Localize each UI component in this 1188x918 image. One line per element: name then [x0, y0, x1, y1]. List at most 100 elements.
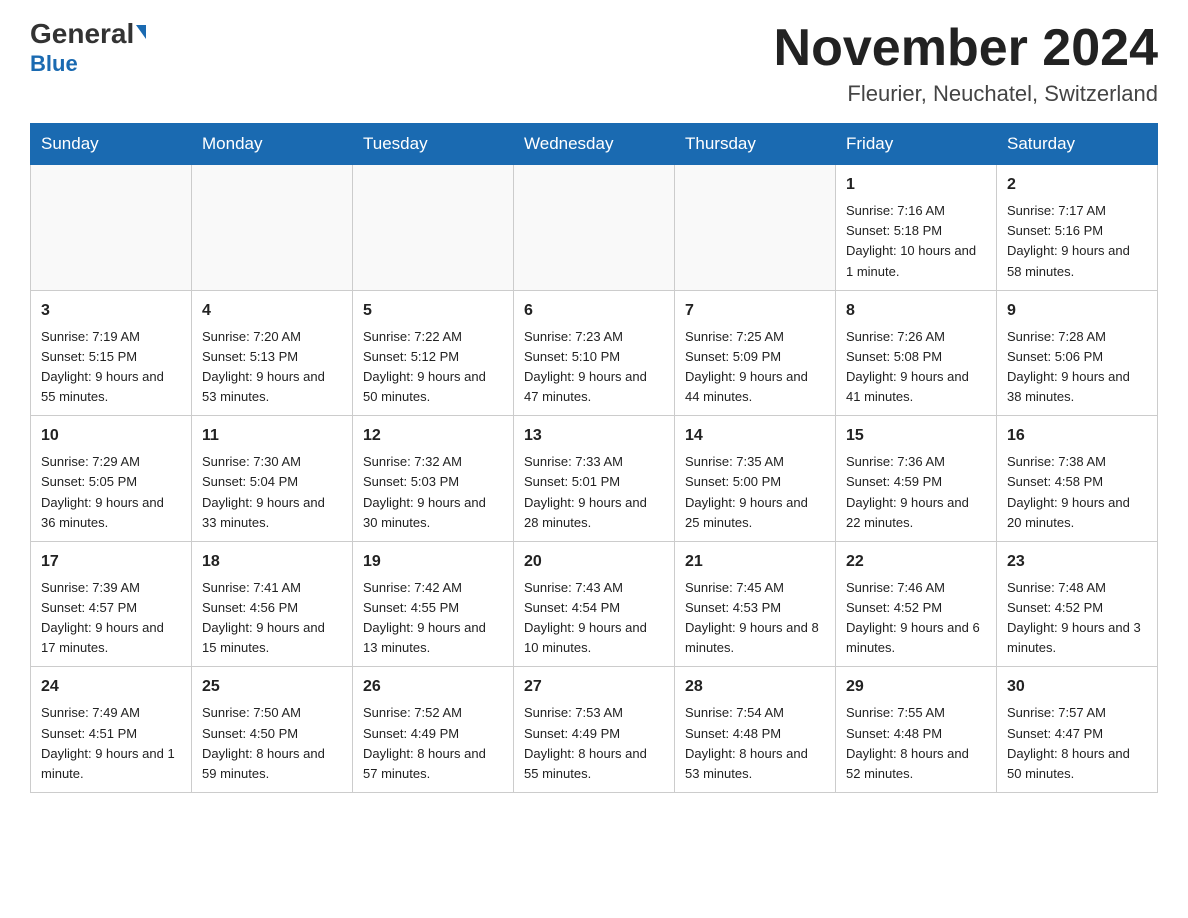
calendar-cell: 3Sunrise: 7:19 AMSunset: 5:15 PMDaylight… [31, 290, 192, 416]
calendar-cell: 19 Sunrise: 7:42 AMSunset: 4:55 PMDayligh… [353, 541, 514, 667]
day-number: 26 [363, 675, 503, 699]
calendar-cell: 12 Sunrise: 7:32 AMSunset: 5:03 PMDayligh… [353, 416, 514, 542]
day-info: Sunrise: 7:33 AMSunset: 5:01 PMDaylight:… [524, 452, 664, 533]
day-info: Sunrise: 7:17 AMSunset: 5:16 PMDaylight:… [1007, 201, 1147, 282]
logo: General Blue [30, 20, 146, 76]
day-info: Sunrise: 7:41 AMSunset: 4:56 PMDaylight:… [202, 578, 342, 659]
calendar-cell: 16Sunrise: 7:38 AMSunset: 4:58 PMDayligh… [997, 416, 1158, 542]
day-number: 4 [202, 299, 342, 323]
weekday-header-saturday: Saturday [997, 124, 1158, 165]
calendar-cell: 15Sunrise: 7:36 AMSunset: 4:59 PMDayligh… [836, 416, 997, 542]
day-number: 21 [685, 550, 825, 574]
calendar-cell: 14Sunrise: 7:35 AMSunset: 5:00 PMDayligh… [675, 416, 836, 542]
calendar-cell [192, 165, 353, 291]
day-info: Sunrise: 7:52 AMSunset: 4:49 PMDaylight:… [363, 703, 503, 784]
calendar-cell: 7Sunrise: 7:25 AMSunset: 5:09 PMDaylight… [675, 290, 836, 416]
calendar-cell: 17 Sunrise: 7:39 AMSunset: 4:57 PMDayligh… [31, 541, 192, 667]
calendar-cell: 26 Sunrise: 7:52 AMSunset: 4:49 PMDayligh… [353, 667, 514, 793]
day-number: 7 [685, 299, 825, 323]
day-number: 13 [524, 424, 664, 448]
day-info: Sunrise: 7:46 AMSunset: 4:52 PMDaylight:… [846, 578, 986, 659]
day-number: 19 [363, 550, 503, 574]
day-number: 22 [846, 550, 986, 574]
day-info: Sunrise: 7:55 AMSunset: 4:48 PMDaylight:… [846, 703, 986, 784]
title-area: November 2024 Fleurier, Neuchatel, Switz… [774, 20, 1158, 107]
month-title: November 2024 [774, 20, 1158, 77]
calendar-cell: 13 Sunrise: 7:33 AMSunset: 5:01 PMDayligh… [514, 416, 675, 542]
day-info: Sunrise: 7:42 AMSunset: 4:55 PMDaylight:… [363, 578, 503, 659]
calendar-cell: 9 Sunrise: 7:28 AMSunset: 5:06 PMDaylight… [997, 290, 1158, 416]
page-header: General Blue November 2024 Fleurier, Neu… [30, 20, 1158, 107]
week-row-1: 1Sunrise: 7:16 AMSunset: 5:18 PMDaylight… [31, 165, 1158, 291]
day-info: Sunrise: 7:39 AMSunset: 4:57 PMDaylight:… [41, 578, 181, 659]
day-number: 17 [41, 550, 181, 574]
day-info: Sunrise: 7:32 AMSunset: 5:03 PMDaylight:… [363, 452, 503, 533]
day-info: Sunrise: 7:22 AMSunset: 5:12 PMDaylight:… [363, 327, 503, 408]
day-info: Sunrise: 7:29 AMSunset: 5:05 PMDaylight:… [41, 452, 181, 533]
logo-text: General Blue [30, 20, 146, 76]
calendar-table: SundayMondayTuesdayWednesdayThursdayFrid… [30, 123, 1158, 793]
day-number: 11 [202, 424, 342, 448]
weekday-header-tuesday: Tuesday [353, 124, 514, 165]
calendar-cell: 23 Sunrise: 7:48 AMSunset: 4:52 PMDayligh… [997, 541, 1158, 667]
day-info: Sunrise: 7:43 AMSunset: 4:54 PMDaylight:… [524, 578, 664, 659]
calendar-cell: 10 Sunrise: 7:29 AMSunset: 5:05 PMDayligh… [31, 416, 192, 542]
calendar-cell: 22 Sunrise: 7:46 AMSunset: 4:52 PMDayligh… [836, 541, 997, 667]
day-info: Sunrise: 7:50 AMSunset: 4:50 PMDaylight:… [202, 703, 342, 784]
day-info: Sunrise: 7:30 AMSunset: 5:04 PMDaylight:… [202, 452, 342, 533]
day-number: 30 [1007, 675, 1147, 699]
day-number: 5 [363, 299, 503, 323]
day-number: 28 [685, 675, 825, 699]
day-number: 24 [41, 675, 181, 699]
day-number: 10 [41, 424, 181, 448]
calendar-cell [353, 165, 514, 291]
week-row-4: 17 Sunrise: 7:39 AMSunset: 4:57 PMDayligh… [31, 541, 1158, 667]
calendar-cell: 25Sunrise: 7:50 AMSunset: 4:50 PMDayligh… [192, 667, 353, 793]
calendar-cell: 24 Sunrise: 7:49 AMSunset: 4:51 PMDayligh… [31, 667, 192, 793]
day-info: Sunrise: 7:54 AMSunset: 4:48 PMDaylight:… [685, 703, 825, 784]
day-number: 2 [1007, 173, 1147, 197]
weekday-header-sunday: Sunday [31, 124, 192, 165]
logo-general: General [30, 18, 134, 49]
calendar-cell: 11 Sunrise: 7:30 AMSunset: 5:04 PMDayligh… [192, 416, 353, 542]
calendar-cell: 2 Sunrise: 7:17 AMSunset: 5:16 PMDaylight… [997, 165, 1158, 291]
day-number: 23 [1007, 550, 1147, 574]
location-text: Fleurier, Neuchatel, Switzerland [774, 81, 1158, 107]
day-number: 20 [524, 550, 664, 574]
day-number: 9 [1007, 299, 1147, 323]
calendar-cell: 6Sunrise: 7:23 AMSunset: 5:10 PMDaylight… [514, 290, 675, 416]
day-number: 8 [846, 299, 986, 323]
calendar-cell [514, 165, 675, 291]
weekday-header-monday: Monday [192, 124, 353, 165]
day-info: Sunrise: 7:26 AMSunset: 5:08 PMDaylight:… [846, 327, 986, 408]
week-row-2: 3Sunrise: 7:19 AMSunset: 5:15 PMDaylight… [31, 290, 1158, 416]
day-number: 29 [846, 675, 986, 699]
day-info: Sunrise: 7:53 AMSunset: 4:49 PMDaylight:… [524, 703, 664, 784]
day-number: 14 [685, 424, 825, 448]
day-info: Sunrise: 7:57 AMSunset: 4:47 PMDaylight:… [1007, 703, 1147, 784]
calendar-cell [31, 165, 192, 291]
calendar-cell: 27 Sunrise: 7:53 AMSunset: 4:49 PMDayligh… [514, 667, 675, 793]
weekday-header-row: SundayMondayTuesdayWednesdayThursdayFrid… [31, 124, 1158, 165]
calendar-cell: 18 Sunrise: 7:41 AMSunset: 4:56 PMDayligh… [192, 541, 353, 667]
day-number: 16 [1007, 424, 1147, 448]
weekday-header-friday: Friday [836, 124, 997, 165]
weekday-header-thursday: Thursday [675, 124, 836, 165]
day-info: Sunrise: 7:45 AMSunset: 4:53 PMDaylight:… [685, 578, 825, 659]
day-number: 27 [524, 675, 664, 699]
day-number: 12 [363, 424, 503, 448]
day-info: Sunrise: 7:20 AMSunset: 5:13 PMDaylight:… [202, 327, 342, 408]
weekday-header-wednesday: Wednesday [514, 124, 675, 165]
day-number: 6 [524, 299, 664, 323]
logo-triangle-icon [136, 25, 146, 39]
day-info: Sunrise: 7:48 AMSunset: 4:52 PMDaylight:… [1007, 578, 1147, 659]
day-number: 18 [202, 550, 342, 574]
calendar-cell: 21 Sunrise: 7:45 AMSunset: 4:53 PMDayligh… [675, 541, 836, 667]
calendar-cell [675, 165, 836, 291]
day-info: Sunrise: 7:49 AMSunset: 4:51 PMDaylight:… [41, 703, 181, 784]
day-info: Sunrise: 7:16 AMSunset: 5:18 PMDaylight:… [846, 201, 986, 282]
calendar-cell: 29 Sunrise: 7:55 AMSunset: 4:48 PMDayligh… [836, 667, 997, 793]
day-info: Sunrise: 7:28 AMSunset: 5:06 PMDaylight:… [1007, 327, 1147, 408]
calendar-cell: 28 Sunrise: 7:54 AMSunset: 4:48 PMDayligh… [675, 667, 836, 793]
day-info: Sunrise: 7:19 AMSunset: 5:15 PMDaylight:… [41, 327, 181, 408]
